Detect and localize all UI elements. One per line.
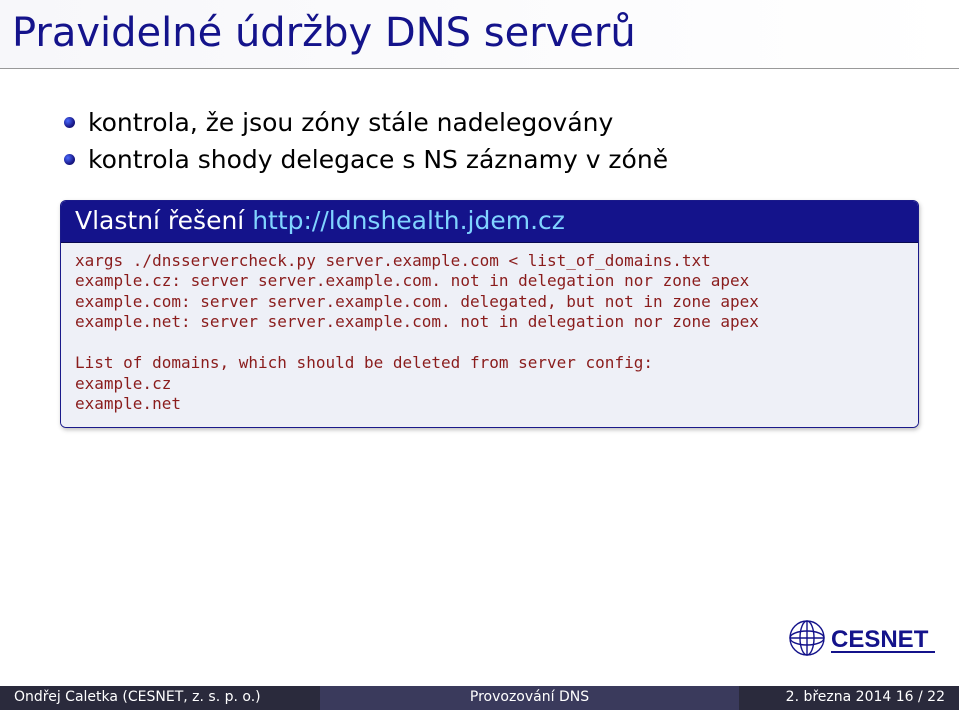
bullet-list: kontrola, že jsou zóny stále nadelegován… bbox=[60, 107, 919, 176]
logo-text: CESNET bbox=[831, 626, 929, 653]
footer-page: 2. března 2014 16 / 22 bbox=[739, 686, 959, 710]
content-area: kontrola, že jsou zóny stále nadelegován… bbox=[0, 69, 959, 428]
footer: Ondřej Caletka (CESNET, z. s. p. o.) Pro… bbox=[0, 686, 959, 710]
footer-author: Ondřej Caletka (CESNET, z. s. p. o.) bbox=[0, 686, 320, 710]
cesnet-logo: CESNET bbox=[787, 614, 937, 666]
example-block: Vlastní řešení http://ldnshealth.jdem.cz… bbox=[60, 200, 919, 428]
block-header: Vlastní řešení http://ldnshealth.jdem.cz bbox=[61, 201, 918, 243]
list-item: kontrola shody delegace s NS záznamy v z… bbox=[60, 144, 919, 177]
block-header-prefix: Vlastní řešení bbox=[75, 206, 252, 235]
block-body: xargs ./dnsservercheck.py server.example… bbox=[61, 243, 918, 427]
block-header-link[interactable]: http://ldnshealth.jdem.cz bbox=[252, 206, 565, 235]
list-item: kontrola, že jsou zóny stále nadelegován… bbox=[60, 107, 919, 140]
slide-title: Pravidelné údržby DNS serverů bbox=[0, 0, 959, 69]
footer-title: Provozování DNS bbox=[320, 686, 739, 710]
